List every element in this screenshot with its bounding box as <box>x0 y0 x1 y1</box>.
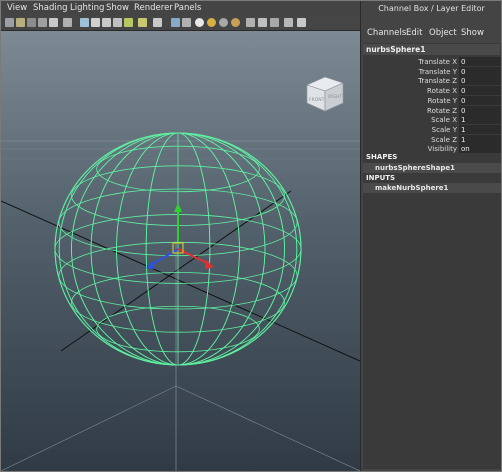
all-lights-icon[interactable] <box>207 18 216 27</box>
view-cube[interactable]: FRONT RIGHT <box>303 73 345 113</box>
channel-box-menubar: Channels Edit Object Show <box>361 28 501 42</box>
grid-line <box>175 385 360 471</box>
menu-view[interactable]: View <box>7 1 27 16</box>
select-camera-icon[interactable] <box>5 18 14 27</box>
attribute-value-field[interactable]: 0 <box>459 95 501 105</box>
resolution-gate-icon[interactable] <box>80 18 89 27</box>
attribute-label: Rotate Z <box>427 106 457 115</box>
attribute-label: Scale Z <box>431 135 457 144</box>
attribute-row: Rotate Z0 <box>363 105 501 116</box>
attribute-row: Rotate Y0 <box>363 95 501 106</box>
frame-all-icon[interactable] <box>270 18 279 27</box>
panel-title: Channel Box / Layer Editor <box>378 4 485 13</box>
attribute-label: Rotate Y <box>427 96 457 105</box>
xray-joints-icon[interactable] <box>258 18 267 27</box>
attribute-label: Translate X <box>418 58 457 66</box>
attribute-label: Scale Y <box>431 125 457 134</box>
object-name[interactable]: nurbsSphere1 <box>363 44 500 55</box>
wireframe-icon[interactable] <box>138 18 147 27</box>
xray-icon[interactable] <box>182 18 191 27</box>
attribute-row: Scale Z1 <box>363 134 501 145</box>
default-lighting-icon[interactable] <box>195 18 204 27</box>
isolate-select-icon[interactable] <box>246 18 255 27</box>
attribute-row: Scale Y1 <box>363 124 501 135</box>
maya-window: View Shading Lighting Show Renderer Pane… <box>0 0 502 472</box>
menu-show-channels[interactable]: Show <box>461 28 484 38</box>
perspective-viewport[interactable]: FRONT RIGHT persp <box>1 31 360 471</box>
attribute-value-field[interactable]: 0 <box>459 76 501 86</box>
wireframe-on-shaded-icon[interactable] <box>171 18 180 27</box>
attribute-label: Translate Y <box>418 67 457 76</box>
input-node[interactable]: makeNurbSphere1 <box>363 183 501 193</box>
viewport-toolbar <box>1 16 361 31</box>
attribute-value-field[interactable]: 0 <box>459 86 501 96</box>
attribute-row: Translate Y0 <box>363 66 501 77</box>
inputs-header: INPUTS <box>366 174 396 182</box>
bookmark-icon[interactable] <box>27 18 36 27</box>
menu-channels[interactable]: Channels <box>367 28 406 38</box>
camera-attributes-icon[interactable] <box>16 18 25 27</box>
hud-icon[interactable] <box>297 18 306 27</box>
view-cube-front-label[interactable]: FRONT <box>309 97 325 103</box>
safe-title-icon[interactable] <box>124 18 133 27</box>
view-cube-right-label[interactable]: RIGHT <box>328 94 342 100</box>
grid-line <box>1 385 177 471</box>
menu-lighting[interactable]: Lighting <box>70 1 104 16</box>
attribute-value-field[interactable]: 0 <box>459 57 501 66</box>
attribute-label: Translate Z <box>418 77 457 86</box>
shadows-icon[interactable] <box>219 18 228 27</box>
z-axis-handle <box>150 248 179 266</box>
cube-icon[interactable] <box>284 18 293 27</box>
film-gate-icon[interactable] <box>63 18 72 27</box>
smooth-shade-icon[interactable] <box>153 18 162 27</box>
attribute-value-field[interactable]: 1 <box>459 134 501 144</box>
attribute-label: Scale X <box>431 116 457 125</box>
attribute-row: Translate X0 <box>363 57 501 67</box>
channel-box-panel: Channel Box / Layer Editor Channels Edit… <box>360 1 501 471</box>
y-axis-arrow-icon <box>174 203 182 212</box>
menu-object[interactable]: Object <box>429 28 457 38</box>
attribute-value-field[interactable]: 1 <box>459 124 501 134</box>
menu-renderer[interactable]: Renderer <box>134 1 173 16</box>
attribute-row: Scale X1 <box>363 115 501 125</box>
image-plane-icon[interactable] <box>38 18 47 27</box>
attribute-value-field[interactable]: 1 <box>459 115 501 125</box>
safe-action-icon[interactable] <box>113 18 122 27</box>
shapes-header: SHAPES <box>366 153 398 161</box>
attribute-row: Rotate X0 <box>363 86 501 96</box>
textured-icon[interactable] <box>231 18 240 27</box>
attribute-value-field[interactable]: 0 <box>459 66 501 76</box>
menu-edit[interactable]: Edit <box>406 28 422 38</box>
attribute-value-field[interactable]: 0 <box>459 105 501 115</box>
attribute-label: Rotate X <box>427 87 457 96</box>
menu-shading[interactable]: Shading <box>33 1 68 16</box>
viewport-menubar: View Shading Lighting Show Renderer Pane… <box>1 1 361 16</box>
menu-panels[interactable]: Panels <box>174 1 201 16</box>
attribute-row: Translate Z0 <box>363 76 501 86</box>
grid-icon[interactable] <box>49 18 58 27</box>
shape-node[interactable]: nurbsSphereShape1 <box>363 163 501 173</box>
menu-show[interactable]: Show <box>106 1 129 16</box>
z-axis-arrow-icon <box>146 261 155 269</box>
field-chart-icon[interactable] <box>102 18 111 27</box>
gate-mask-icon[interactable] <box>91 18 100 27</box>
grid-axis-line <box>1 200 360 362</box>
